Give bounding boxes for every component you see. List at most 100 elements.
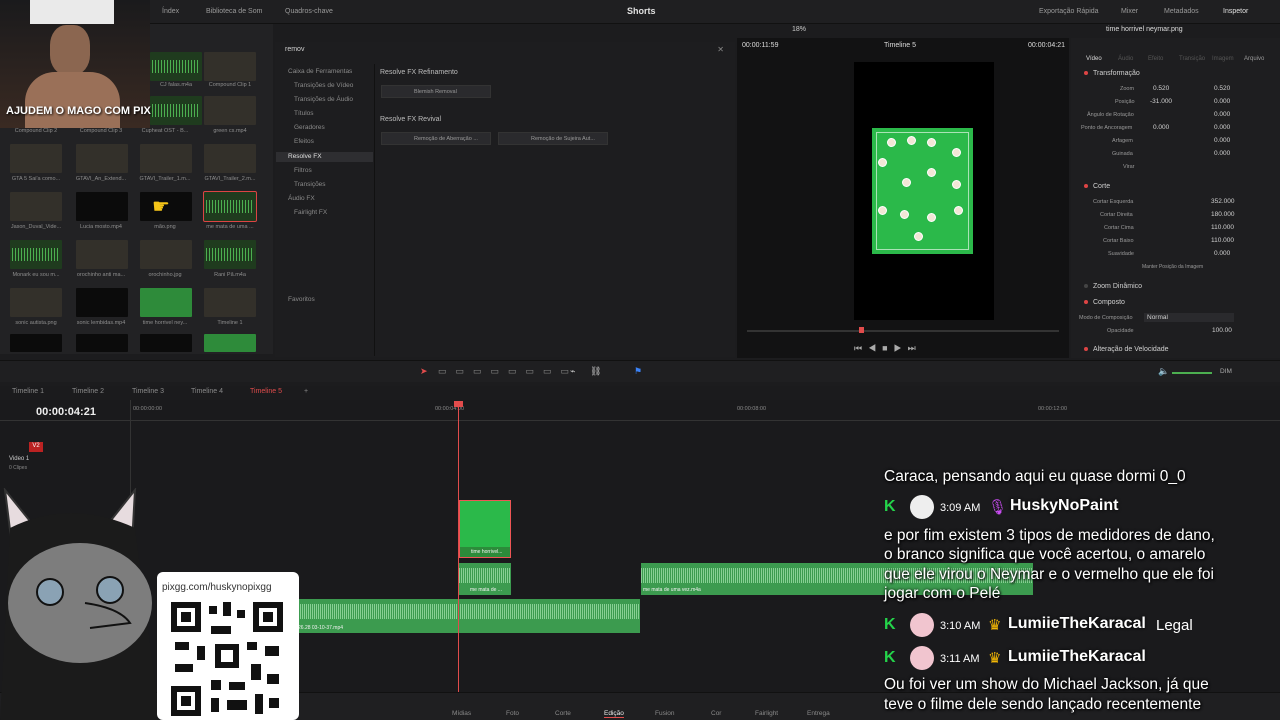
track-v2-badge[interactable]: V2	[29, 442, 43, 452]
tree-toolbox[interactable]: Caixa de Ferramentas	[282, 68, 372, 75]
fx-blemish-removal[interactable]: Blemish Removal	[381, 85, 491, 98]
edit-tools[interactable]: ▭▭▭▭▭▭▭▭	[438, 366, 578, 377]
transport-controls[interactable]: ⏮◀■▶⏭	[854, 343, 922, 354]
media-thumb[interactable]	[10, 144, 62, 173]
media-thumb[interactable]	[204, 144, 256, 173]
crop-right-field[interactable]: 180.000	[1211, 211, 1235, 218]
media-thumb[interactable]	[140, 240, 192, 269]
tree-video-transitions[interactable]: Transições de Vídeo	[288, 82, 353, 89]
video-clip[interactable]: time horrivel...	[459, 500, 511, 558]
dynamic-zoom-header[interactable]: Zoom Dinâmico	[1084, 283, 1142, 290]
retain-position-checkbox[interactable]: Manter Posição da Imagem	[1142, 264, 1203, 270]
tree-fairlight-fx[interactable]: Fairlight FX	[288, 209, 327, 216]
link-icon[interactable]: ⛓	[590, 366, 601, 377]
tree-transitions[interactable]: Transições	[288, 181, 326, 188]
media-thumb[interactable]	[140, 334, 192, 352]
tab-timeline-5[interactable]: Timeline 5	[250, 388, 282, 395]
media-thumb[interactable]: ☛	[140, 192, 192, 221]
tab-timeline-2[interactable]: Timeline 2	[72, 388, 104, 395]
volume-icon[interactable]: 🔈	[1158, 366, 1169, 377]
yaw-field[interactable]: 0.000	[1214, 150, 1230, 157]
viewer-scrubber[interactable]	[747, 330, 1059, 332]
tree-generators[interactable]: Geradores	[288, 124, 325, 131]
volume-slider[interactable]	[1172, 372, 1212, 374]
tree-effects[interactable]: Efeitos	[288, 138, 314, 145]
media-thumb[interactable]	[204, 334, 256, 352]
composite-mode-dropdown[interactable]: Normal	[1144, 313, 1234, 322]
page-edit[interactable]: Edição	[604, 710, 624, 718]
index-button[interactable]: Índex	[162, 8, 179, 15]
tab-video[interactable]: Vídeo	[1086, 56, 1102, 62]
media-thumb[interactable]	[10, 192, 62, 221]
flag-icon[interactable]: ⚑	[634, 366, 642, 377]
media-thumb[interactable]	[150, 96, 202, 125]
page-media[interactable]: Mídias	[452, 710, 471, 717]
page-fusion[interactable]: Fusion	[655, 710, 675, 717]
media-thumb[interactable]	[150, 52, 202, 81]
metadata-button[interactable]: Metadados	[1164, 8, 1199, 15]
media-thumb[interactable]	[204, 52, 256, 81]
tree-audio-transitions[interactable]: Transições de Áudio	[288, 96, 353, 103]
opacity-field[interactable]: 100.00	[1212, 327, 1232, 334]
mixer-button[interactable]: Mixer	[1121, 8, 1138, 15]
media-thumb[interactable]	[10, 288, 62, 317]
fx-dirt-removal[interactable]: Remoção de Sujeira Aut...	[498, 132, 608, 145]
anchor-y-field[interactable]: 0.000	[1214, 124, 1230, 131]
quick-export-button[interactable]: Exportação Rápida	[1039, 8, 1099, 15]
media-thumb-selected[interactable]	[203, 191, 257, 222]
enabled-dot[interactable]	[1084, 71, 1088, 75]
media-thumb[interactable]	[140, 288, 192, 317]
tab-timeline-4[interactable]: Timeline 4	[191, 388, 223, 395]
anchor-x-field[interactable]: 0.000	[1153, 124, 1169, 131]
add-timeline-icon[interactable]: +	[304, 388, 308, 395]
tree-audio-fx[interactable]: Áudio FX	[282, 195, 315, 202]
media-thumb[interactable]	[76, 288, 128, 317]
tree-filters[interactable]: Filtros	[288, 167, 312, 174]
speed-change-header[interactable]: Alteração de Velocidade	[1084, 346, 1169, 353]
tab-file[interactable]: Arquivo	[1244, 56, 1264, 62]
media-thumb[interactable]	[204, 96, 256, 125]
dim-button[interactable]: DIM	[1220, 368, 1232, 375]
softness-field[interactable]: 0.000	[1214, 250, 1230, 257]
tab-timeline-1[interactable]: Timeline 1	[12, 388, 44, 395]
selection-tool-icon[interactable]: ➤	[420, 366, 428, 377]
inspector-button[interactable]: Inspetor	[1223, 8, 1248, 15]
media-thumb[interactable]	[204, 240, 256, 269]
enabled-dot[interactable]	[1084, 284, 1088, 288]
page-deliver[interactable]: Entrega	[807, 710, 830, 717]
media-thumb[interactable]	[76, 334, 128, 352]
zoom-dropdown[interactable]: 18%	[792, 26, 806, 33]
page-fairlight[interactable]: Fairlight	[755, 710, 778, 717]
sound-library-button[interactable]: Biblioteca de Som	[206, 8, 262, 15]
fx-aberration-removal[interactable]: Remoção de Aberração ...	[381, 132, 491, 145]
tab-transition[interactable]: Transição	[1179, 56, 1205, 62]
tree-titles[interactable]: Títulos	[288, 110, 314, 117]
zoom-y-field[interactable]: 0.520	[1214, 85, 1230, 92]
pitch-field[interactable]: 0.000	[1214, 137, 1230, 144]
media-thumb[interactable]	[10, 334, 62, 352]
viewer-timeline-name[interactable]: Timeline 5	[884, 42, 916, 49]
section-revival[interactable]: Resolve FX Revival	[380, 116, 441, 123]
page-photo[interactable]: Foto	[506, 710, 519, 717]
composite-header[interactable]: Composto	[1084, 299, 1125, 306]
tab-audio[interactable]: Áudio	[1118, 56, 1133, 62]
crop-top-field[interactable]: 110.000	[1211, 224, 1234, 231]
viewer-playhead[interactable]	[859, 327, 864, 333]
tab-image[interactable]: Imagem	[1212, 56, 1234, 62]
enabled-dot[interactable]	[1084, 300, 1088, 304]
audio-clip[interactable]: 26.28 03-10-37.mp4	[290, 599, 640, 633]
keyframes-button[interactable]: Quadros-chave	[285, 8, 333, 15]
media-thumb[interactable]	[10, 240, 62, 269]
enabled-dot[interactable]	[1084, 184, 1088, 188]
enabled-dot[interactable]	[1084, 347, 1088, 351]
crop-bottom-field[interactable]: 110.000	[1211, 237, 1234, 244]
tab-effect[interactable]: Efeito	[1148, 56, 1163, 62]
rotation-field[interactable]: 0.000	[1214, 111, 1230, 118]
media-thumb[interactable]	[76, 192, 128, 221]
timeline-playhead[interactable]	[458, 404, 459, 692]
page-color[interactable]: Cor	[711, 710, 721, 717]
tab-timeline-3[interactable]: Timeline 3	[132, 388, 164, 395]
tree-resolve-fx[interactable]: Resolve FX	[276, 152, 373, 162]
crop-header[interactable]: Corte	[1084, 183, 1110, 190]
close-icon[interactable]: ✕	[717, 45, 724, 54]
